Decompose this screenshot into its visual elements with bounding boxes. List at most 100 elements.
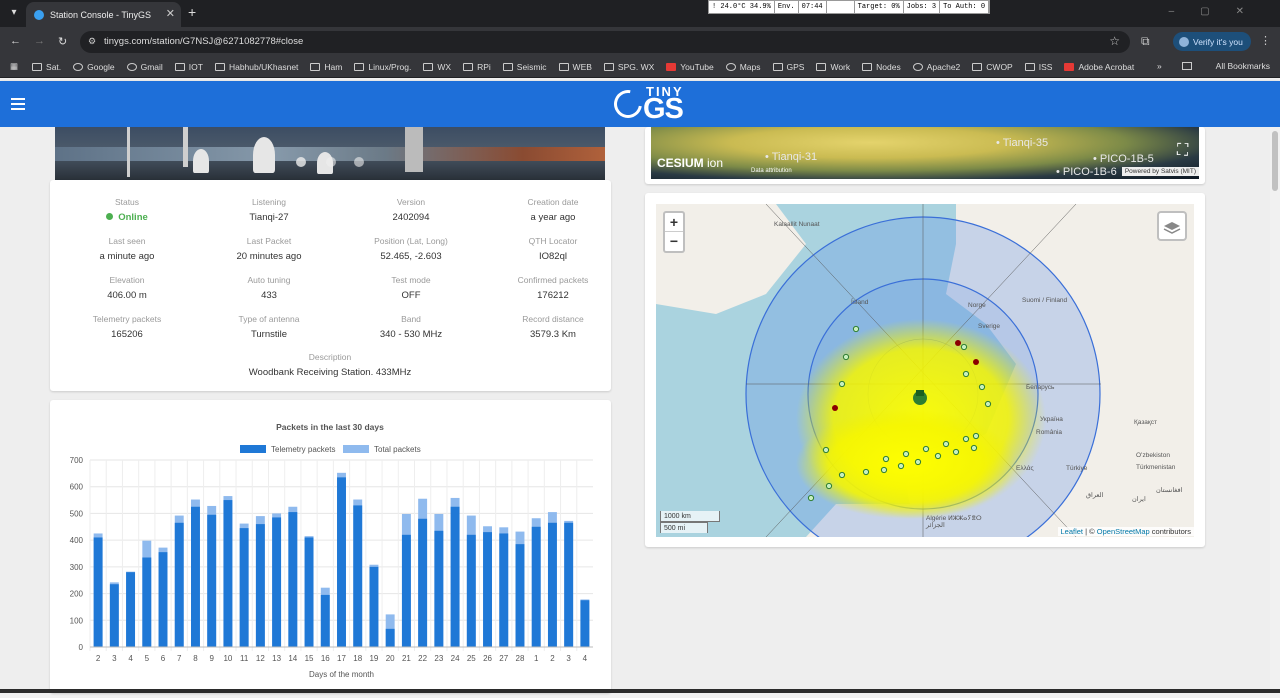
bookmark-ham[interactable]: Ham: [310, 62, 342, 72]
extensions-icon[interactable]: ⧉: [1141, 34, 1150, 49]
packet-marker[interactable]: [960, 343, 968, 351]
forward-arrow-icon[interactable]: →: [34, 35, 45, 47]
bar-telemetry-packets[interactable]: [93, 537, 103, 647]
packet-marker-red[interactable]: [955, 340, 961, 346]
page-scrollbar[interactable]: [1270, 127, 1280, 693]
powered-by-satvis[interactable]: Powered by Satvis (MIT): [1121, 167, 1199, 176]
bookmark-nodes[interactable]: Nodes: [862, 62, 901, 72]
leaflet-link[interactable]: Leaflet: [1061, 527, 1084, 536]
apps-grid-icon[interactable]: ▦: [10, 61, 18, 72]
bookmark-star-icon[interactable]: ☆: [1109, 34, 1120, 48]
cesium-globe-view[interactable]: CESIUM ion Data attribution ⛶ Powered by…: [651, 127, 1199, 179]
coverage-map[interactable]: Kalaallit Nunaat Ísland Norge Suomi / Finla…: [656, 204, 1194, 537]
packet-marker-red[interactable]: [973, 359, 979, 365]
hamburger-menu-icon[interactable]: [11, 98, 25, 110]
bookmark-wx[interactable]: WX: [423, 62, 451, 72]
bookmark-gps[interactable]: GPS: [772, 62, 804, 72]
bar-telemetry-packets[interactable]: [434, 530, 444, 647]
bar-telemetry-packets[interactable]: [174, 522, 184, 647]
bookmark-linux-prog-[interactable]: Linux/Prog.: [354, 62, 411, 72]
bar-telemetry-packets[interactable]: [239, 528, 249, 647]
carousel-dot[interactable]: [326, 157, 336, 167]
bar-telemetry-packets[interactable]: [109, 584, 119, 647]
bar-telemetry-packets[interactable]: [515, 544, 525, 647]
bar-telemetry-packets[interactable]: [418, 518, 428, 647]
bar-telemetry-packets[interactable]: [369, 566, 379, 647]
zoom-in-button[interactable]: +: [665, 213, 683, 232]
bookmark-habhub-ukhasnet[interactable]: Habhub/UKhasnet: [214, 62, 298, 72]
reload-icon[interactable]: ↻: [58, 35, 67, 48]
data-attribution-link[interactable]: Data attribution: [751, 168, 792, 174]
carousel-dot[interactable]: [296, 157, 306, 167]
bar-telemetry-packets[interactable]: [320, 594, 330, 647]
legend-swatch[interactable]: [343, 445, 369, 453]
packet-marker[interactable]: [862, 468, 870, 476]
all-bookmarks-button[interactable]: All Bookmarks: [1181, 61, 1270, 71]
bar-telemetry-packets[interactable]: [385, 628, 395, 647]
bar-telemetry-packets[interactable]: [304, 537, 314, 647]
bar-telemetry-packets[interactable]: [499, 533, 509, 647]
tab-search-dropdown-icon[interactable]: ▾: [6, 5, 22, 21]
bar-telemetry-packets[interactable]: [142, 557, 152, 647]
packet-marker[interactable]: [934, 452, 942, 460]
scrollbar-thumb[interactable]: [1272, 131, 1278, 191]
packet-marker[interactable]: [807, 494, 815, 502]
browser-menu-icon[interactable]: ⋮: [1260, 34, 1271, 47]
bar-telemetry-packets[interactable]: [531, 526, 541, 647]
packet-marker[interactable]: [984, 400, 992, 408]
tinygs-logo[interactable]: TINY GS: [608, 84, 692, 125]
satellite-label[interactable]: • Tianqi-31: [765, 151, 817, 163]
packet-marker[interactable]: [842, 353, 850, 361]
packet-marker[interactable]: [962, 435, 970, 443]
bar-telemetry-packets[interactable]: [191, 506, 200, 647]
packet-marker[interactable]: [952, 448, 960, 456]
bar-telemetry-packets[interactable]: [450, 506, 460, 647]
browser-tab[interactable]: Station Console - TinyGS ✕: [26, 2, 181, 27]
bookmark-seismic[interactable]: Seismic: [502, 62, 547, 72]
fullscreen-icon[interactable]: ⛶: [1177, 142, 1188, 160]
bar-telemetry-packets[interactable]: [547, 522, 557, 647]
back-arrow-icon[interactable]: ←: [10, 35, 21, 47]
bookmark-adobe-acrobat[interactable]: Adobe Acrobat: [1064, 62, 1134, 72]
bar-telemetry-packets[interactable]: [466, 534, 476, 647]
bar-telemetry-packets[interactable]: [158, 552, 168, 647]
more-bookmarks-button[interactable]: »: [1157, 61, 1162, 71]
bookmark-maps[interactable]: Maps: [725, 62, 761, 72]
satellite-label[interactable]: • PICO-1B-5: [1093, 153, 1154, 165]
osm-link[interactable]: OpenStreetMap: [1097, 527, 1150, 536]
legend-swatch[interactable]: [240, 445, 266, 453]
legend-label[interactable]: Total packets: [374, 445, 421, 454]
bar-telemetry-packets[interactable]: [272, 517, 282, 647]
url-field[interactable]: ⚙ tinygs.com/station/G7NSJ@6271082778#cl…: [80, 31, 1130, 53]
bookmark-web[interactable]: WEB: [558, 62, 592, 72]
packet-marker[interactable]: [922, 445, 930, 453]
satellite-label[interactable]: • PICO-1B-6: [1056, 166, 1117, 178]
packet-marker[interactable]: [838, 380, 846, 388]
packet-marker[interactable]: [897, 462, 905, 470]
packet-marker[interactable]: [942, 440, 950, 448]
bookmark-youtube[interactable]: YouTube: [666, 62, 714, 72]
bookmark-google[interactable]: Google: [73, 62, 115, 72]
bar-telemetry-packets[interactable]: [353, 505, 363, 647]
packet-marker[interactable]: [838, 471, 846, 479]
bar-telemetry-packets[interactable]: [564, 522, 574, 647]
packet-marker[interactable]: [822, 446, 830, 454]
packet-marker[interactable]: [880, 466, 888, 474]
packet-marker[interactable]: [902, 450, 910, 458]
bookmark-sat-[interactable]: Sat.: [32, 62, 61, 72]
bar-telemetry-packets[interactable]: [337, 477, 346, 647]
packet-marker[interactable]: [962, 370, 970, 378]
bar-telemetry-packets[interactable]: [483, 532, 492, 647]
bar-telemetry-packets[interactable]: [580, 600, 590, 647]
bookmark-gmail[interactable]: Gmail: [126, 62, 163, 72]
packet-marker[interactable]: [825, 482, 833, 490]
bookmark-rpi[interactable]: RPi: [463, 62, 491, 72]
packet-marker[interactable]: [972, 432, 980, 440]
bookmark-iss[interactable]: ISS: [1024, 62, 1052, 72]
bookmark-cwop[interactable]: CWOP: [972, 62, 1013, 72]
close-tab-icon[interactable]: ✕: [166, 7, 175, 20]
legend-label[interactable]: Telemetry packets: [271, 445, 335, 454]
packet-marker-red[interactable]: [832, 405, 838, 411]
carousel-dot[interactable]: [354, 157, 364, 167]
packet-marker[interactable]: [914, 458, 922, 466]
